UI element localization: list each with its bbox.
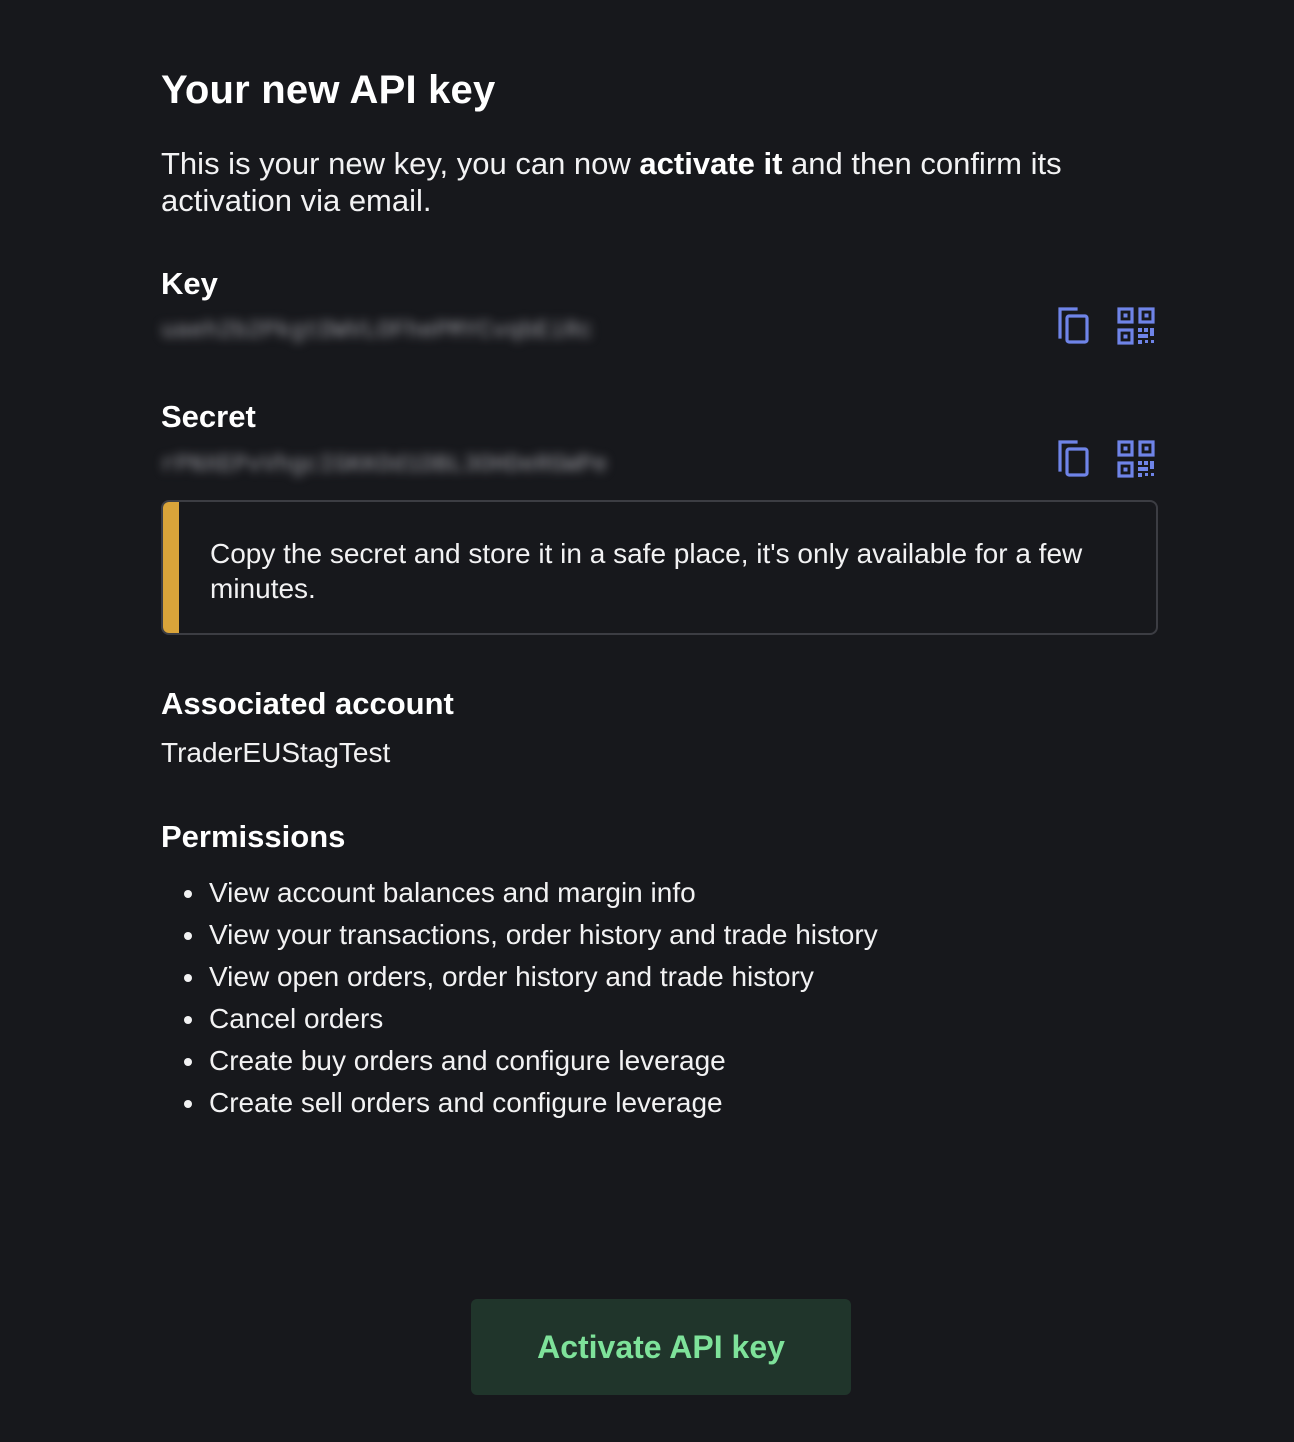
copy-icon: [1058, 440, 1089, 477]
show-key-qr-button[interactable]: [1116, 306, 1156, 346]
permission-item: Create buy orders and configure leverage: [184, 1040, 878, 1082]
permission-item: Create sell orders and configure leverag…: [184, 1082, 878, 1124]
secret-warning-notice: Copy the secret and store it in a safe p…: [161, 500, 1158, 635]
show-secret-qr-button[interactable]: [1116, 439, 1156, 479]
permissions-label: Permissions: [161, 819, 346, 854]
intro-text: This is your new key, you can now activa…: [161, 145, 1161, 219]
key-value: uaeh2b2PkgtDWVLOFhePMYCvqbEiRc: [161, 318, 594, 345]
copy-icon: [1058, 307, 1089, 344]
copy-secret-button[interactable]: [1054, 439, 1094, 479]
page-title: Your new API key: [161, 68, 496, 112]
intro-emphasis: activate it: [639, 146, 783, 181]
warning-accent-bar: [163, 502, 179, 633]
permission-item: View open orders, order history and trad…: [184, 956, 878, 998]
account-label: Associated account: [161, 686, 454, 721]
qr-code-icon: [1117, 307, 1155, 345]
permissions-list: View account balances and margin info Vi…: [161, 872, 878, 1124]
account-value: TraderEUStagTest: [161, 737, 391, 768]
activate-api-key-button[interactable]: Activate API key: [471, 1299, 851, 1395]
key-label: Key: [161, 266, 218, 301]
secret-value: rPNXEPvVhgcIGKKOd1DBL3OHDeRGWPe: [161, 452, 608, 479]
warning-text: Copy the secret and store it in a safe p…: [210, 538, 1083, 604]
intro-prefix: This is your new key, you can now: [161, 146, 640, 181]
permission-item: View your transactions, order history an…: [184, 914, 878, 956]
permission-item: Cancel orders: [184, 998, 878, 1040]
permission-item: View account balances and margin info: [184, 872, 878, 914]
copy-key-button[interactable]: [1054, 306, 1094, 346]
secret-label: Secret: [161, 399, 256, 434]
qr-code-icon: [1117, 440, 1155, 478]
